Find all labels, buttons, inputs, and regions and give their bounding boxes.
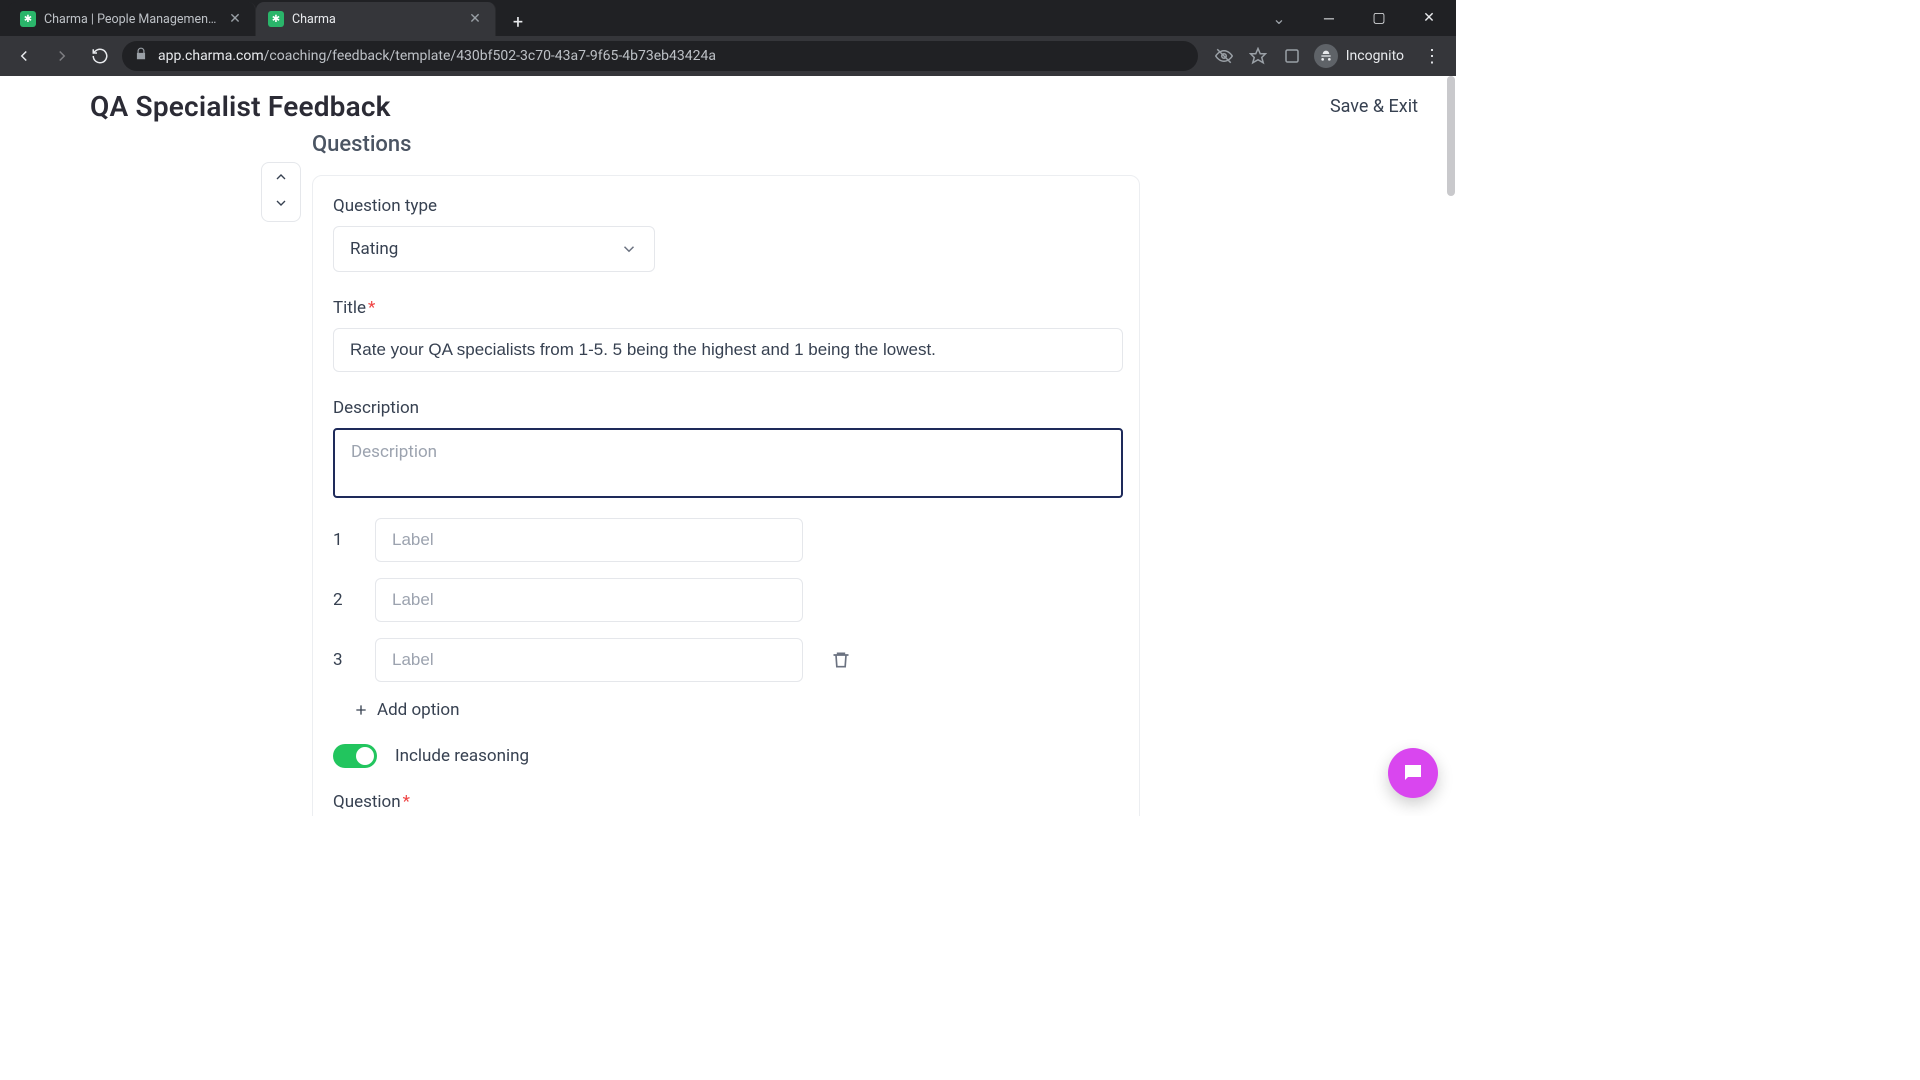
- required-star: *: [368, 298, 375, 318]
- question-type-select[interactable]: Rating: [333, 226, 655, 272]
- page-header: QA Specialist Feedback Save & Exit: [0, 76, 1456, 138]
- new-tab-button[interactable]: +: [504, 8, 532, 36]
- intercom-chat-button[interactable]: [1388, 748, 1438, 798]
- page-viewport: QA Specialist Feedback Save & Exit Quest…: [0, 76, 1456, 816]
- close-tab-icon[interactable]: ✕: [227, 11, 243, 27]
- favicon: ✱: [20, 11, 36, 27]
- window-controls: ⌄ ─ ▢ ✕: [1256, 0, 1456, 36]
- rating-option-row: 2: [333, 578, 1119, 622]
- chevron-down-icon: [620, 240, 638, 258]
- reasoning-question-block: Question*: [333, 792, 1119, 816]
- include-reasoning-toggle[interactable]: [333, 744, 377, 768]
- url-text: app.charma.com/coaching/feedback/templat…: [158, 48, 716, 64]
- rating-option-label-input[interactable]: [375, 638, 803, 682]
- rating-option-number: 3: [333, 650, 351, 670]
- scrollbar-thumb[interactable]: [1447, 76, 1455, 196]
- add-option-button[interactable]: Add option: [353, 700, 1119, 720]
- move-down-button[interactable]: [273, 195, 289, 215]
- close-tab-icon[interactable]: ✕: [467, 11, 483, 27]
- page-title: QA Specialist Feedback: [90, 90, 391, 123]
- include-reasoning-label: Include reasoning: [395, 746, 529, 766]
- maximize-icon[interactable]: ▢: [1356, 2, 1402, 34]
- question-type-label: Question type: [333, 196, 1119, 216]
- section-heading: Questions: [312, 132, 1456, 157]
- title-label: Title*: [333, 298, 1119, 318]
- question-type-value: Rating: [350, 239, 398, 259]
- rating-option-row: 1: [333, 518, 1119, 562]
- add-option-label: Add option: [377, 700, 460, 720]
- eye-off-icon[interactable]: [1214, 46, 1234, 66]
- rating-option-number: 2: [333, 590, 351, 610]
- title-input[interactable]: [333, 328, 1123, 372]
- addr-right-icons: [1214, 46, 1302, 66]
- forward-icon[interactable]: [46, 40, 78, 72]
- plus-icon: [353, 702, 369, 718]
- vertical-scrollbar[interactable]: [1447, 76, 1455, 816]
- delete-option-icon[interactable]: [831, 650, 851, 670]
- required-star: *: [403, 792, 410, 812]
- incognito-badge[interactable]: Incognito: [1308, 44, 1410, 68]
- url-field[interactable]: app.charma.com/coaching/feedback/templat…: [122, 41, 1198, 71]
- tab-title: Charma | People Management S: [44, 12, 219, 27]
- rating-option-label-input[interactable]: [375, 578, 803, 622]
- question-card: Question type Rating Title* Description …: [312, 175, 1140, 816]
- description-label: Description: [333, 398, 1119, 418]
- chat-icon: [1401, 761, 1425, 785]
- browser-tab-1[interactable]: ✱ Charma ✕: [256, 2, 496, 36]
- question-label: Question*: [333, 792, 1119, 812]
- address-bar: app.charma.com/coaching/feedback/templat…: [0, 36, 1456, 76]
- content: Questions Question type Rating Title*: [0, 132, 1456, 816]
- bookmark-star-icon[interactable]: [1248, 46, 1268, 66]
- back-icon[interactable]: [8, 40, 40, 72]
- browser-window: ✱ Charma | People Management S ✕ ✱ Charm…: [0, 0, 1456, 816]
- tab-search-icon[interactable]: ⌄: [1256, 2, 1302, 34]
- tab-title: Charma: [292, 12, 459, 27]
- rating-option-row: 3: [333, 638, 1119, 682]
- lock-icon: [134, 47, 148, 65]
- reorder-controls: [261, 162, 301, 222]
- close-window-icon[interactable]: ✕: [1406, 2, 1452, 34]
- kebab-menu-icon[interactable]: ⋮: [1416, 40, 1448, 72]
- rating-option-number: 1: [333, 530, 351, 550]
- minimize-icon[interactable]: ─: [1306, 2, 1352, 34]
- description-textarea[interactable]: [333, 428, 1123, 498]
- incognito-label: Incognito: [1346, 48, 1404, 64]
- reload-icon[interactable]: [84, 40, 116, 72]
- move-up-button[interactable]: [273, 169, 289, 189]
- extensions-icon[interactable]: [1282, 46, 1302, 66]
- tab-strip: ✱ Charma | People Management S ✕ ✱ Charm…: [0, 0, 1456, 36]
- toggle-knob: [356, 747, 374, 765]
- incognito-icon: [1314, 44, 1338, 68]
- rating-option-label-input[interactable]: [375, 518, 803, 562]
- include-reasoning-row: Include reasoning: [333, 744, 1119, 768]
- favicon: ✱: [268, 11, 284, 27]
- browser-tab-0[interactable]: ✱ Charma | People Management S ✕: [8, 2, 256, 36]
- save-and-exit-button[interactable]: Save & Exit: [1330, 96, 1418, 117]
